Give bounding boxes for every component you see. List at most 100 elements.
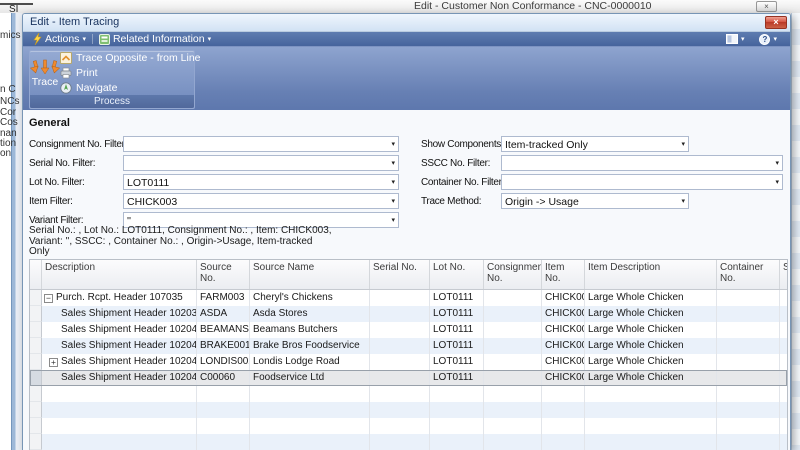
column-header-source-no[interactable]: Source No. bbox=[197, 260, 250, 289]
dropdown-caret-icon[interactable]: ▾ bbox=[391, 179, 395, 186]
combobox-container-no-filter[interactable]: ▾ bbox=[501, 174, 783, 190]
cell-lot-no[interactable]: LOT0111 bbox=[430, 354, 484, 370]
table-row[interactable]: −Purch. Rcpt. Header 107035FARM003Cheryl… bbox=[30, 290, 787, 306]
cell-item-description[interactable]: Large Whole Chicken bbox=[585, 354, 717, 370]
cell-consignment-no[interactable] bbox=[484, 338, 542, 354]
dialog-title-bar[interactable]: Edit - Item Tracing × bbox=[23, 14, 790, 32]
cell-s[interactable] bbox=[780, 322, 787, 338]
actions-menu[interactable]: Actions ▾ bbox=[28, 32, 90, 46]
cell-container-no[interactable] bbox=[717, 306, 780, 322]
cell-consignment-no[interactable] bbox=[484, 354, 542, 370]
cell-lot-no[interactable] bbox=[430, 386, 484, 402]
cell-serial-no[interactable] bbox=[370, 402, 430, 418]
cell-serial-no[interactable] bbox=[370, 290, 430, 306]
trace-opposite-command[interactable]: Trace Opposite - from Line bbox=[60, 51, 201, 65]
cell-s[interactable] bbox=[780, 290, 787, 306]
cell-source-no[interactable]: FARM003 bbox=[197, 290, 250, 306]
cell-source-no[interactable] bbox=[197, 402, 250, 418]
table-row[interactable]: Sales Shipment Header 102039ASDAAsda Sto… bbox=[30, 306, 787, 322]
cell-s[interactable] bbox=[780, 386, 787, 402]
cell-source-name[interactable]: Beamans Butchers bbox=[250, 322, 370, 338]
cell-container-no[interactable] bbox=[717, 354, 780, 370]
cell-s[interactable] bbox=[780, 402, 787, 418]
cell-description[interactable]: Sales Shipment Header 102040 bbox=[42, 322, 197, 338]
cell-description[interactable] bbox=[42, 402, 197, 418]
cell-source-no[interactable]: BEAMANS bbox=[197, 322, 250, 338]
row-selector-cell[interactable] bbox=[30, 322, 42, 338]
cell-item-description[interactable]: Large Whole Chicken bbox=[585, 370, 717, 386]
cell-consignment-no[interactable] bbox=[484, 386, 542, 402]
dropdown-caret-icon[interactable]: ▾ bbox=[775, 179, 779, 186]
table-row[interactable]: Sales Shipment Header 102040BEAMANSBeama… bbox=[30, 322, 787, 338]
cell-description[interactable]: Sales Shipment Header 102039 bbox=[42, 306, 197, 322]
cell-container-no[interactable] bbox=[717, 434, 780, 450]
cell-s[interactable] bbox=[780, 306, 787, 322]
cell-item-no[interactable]: CHICK003 bbox=[542, 322, 585, 338]
cell-source-name[interactable]: Brake Bros Foodservice bbox=[250, 338, 370, 354]
dropdown-caret-icon[interactable]: ▾ bbox=[391, 160, 395, 167]
combobox-lot-no-filter[interactable]: LOT0111▾ bbox=[123, 174, 399, 190]
cell-description[interactable] bbox=[42, 434, 197, 450]
cell-source-no[interactable]: LONDIS002 bbox=[197, 354, 250, 370]
cell-lot-no[interactable]: LOT0111 bbox=[430, 338, 484, 354]
cell-source-no[interactable] bbox=[197, 386, 250, 402]
row-selector-cell[interactable] bbox=[30, 338, 42, 354]
print-command[interactable]: Print bbox=[60, 66, 201, 80]
table-row[interactable]: Sales Shipment Header 102043C00060Foodse… bbox=[30, 370, 787, 386]
cell-source-name[interactable]: Foodservice Ltd bbox=[250, 370, 370, 386]
cell-container-no[interactable] bbox=[717, 322, 780, 338]
column-header-item-description[interactable]: Item Description bbox=[585, 260, 717, 289]
cell-item-description[interactable] bbox=[585, 386, 717, 402]
cell-description[interactable]: Sales Shipment Header 102043 bbox=[42, 370, 197, 386]
cell-item-no[interactable] bbox=[542, 402, 585, 418]
cell-item-description[interactable] bbox=[585, 402, 717, 418]
dropdown-caret-icon[interactable]: ▾ bbox=[681, 198, 685, 205]
cell-item-no[interactable]: CHICK003 bbox=[542, 370, 585, 386]
cell-source-no[interactable]: BRAKE001 bbox=[197, 338, 250, 354]
dropdown-caret-icon[interactable]: ▾ bbox=[391, 217, 395, 224]
cell-container-no[interactable] bbox=[717, 290, 780, 306]
cell-item-no[interactable] bbox=[542, 386, 585, 402]
cell-item-no[interactable]: CHICK003 bbox=[542, 306, 585, 322]
cell-item-description[interactable] bbox=[585, 418, 717, 434]
cell-source-name[interactable]: Londis Lodge Road bbox=[250, 354, 370, 370]
cell-container-no[interactable] bbox=[717, 370, 780, 386]
table-row[interactable] bbox=[30, 434, 787, 450]
dropdown-caret-icon[interactable]: ▾ bbox=[775, 160, 779, 167]
cell-source-no[interactable] bbox=[197, 434, 250, 450]
cell-item-description[interactable] bbox=[585, 434, 717, 450]
cell-lot-no[interactable] bbox=[430, 434, 484, 450]
cell-source-no[interactable]: ASDA bbox=[197, 306, 250, 322]
collapse-toggle-icon[interactable]: − bbox=[44, 294, 53, 303]
dropdown-caret-icon[interactable]: ▾ bbox=[391, 198, 395, 205]
combobox-trace-method[interactable]: Origin -> Usage▾ bbox=[501, 193, 689, 209]
background-close-button[interactable]: × bbox=[756, 1, 777, 12]
cell-serial-no[interactable] bbox=[370, 322, 430, 338]
cell-serial-no[interactable] bbox=[370, 354, 430, 370]
cell-source-name[interactable] bbox=[250, 386, 370, 402]
table-row[interactable]: Sales Shipment Header 102041BRAKE001Brak… bbox=[30, 338, 787, 354]
dropdown-caret-icon[interactable]: ▾ bbox=[681, 141, 685, 148]
row-selector-cell[interactable] bbox=[30, 402, 42, 418]
combobox-sscc-no-filter[interactable]: ▾ bbox=[501, 155, 783, 171]
cell-consignment-no[interactable] bbox=[484, 370, 542, 386]
cell-source-name[interactable] bbox=[250, 402, 370, 418]
trace-button[interactable]: Trace bbox=[30, 51, 60, 95]
cell-container-no[interactable] bbox=[717, 338, 780, 354]
cell-consignment-no[interactable] bbox=[484, 322, 542, 338]
combobox-serial-no-filter[interactable]: ▾ bbox=[123, 155, 399, 171]
cell-source-name[interactable] bbox=[250, 434, 370, 450]
cell-item-description[interactable]: Large Whole Chicken bbox=[585, 290, 717, 306]
cell-lot-no[interactable]: LOT0111 bbox=[430, 322, 484, 338]
combobox-consignment-no-filter[interactable]: ▾ bbox=[123, 136, 399, 152]
cell-serial-no[interactable] bbox=[370, 370, 430, 386]
cell-s[interactable] bbox=[780, 354, 787, 370]
cell-item-no[interactable]: CHICK003 bbox=[542, 338, 585, 354]
row-selector-cell[interactable] bbox=[30, 290, 42, 306]
cell-consignment-no[interactable] bbox=[484, 434, 542, 450]
cell-description[interactable] bbox=[42, 418, 197, 434]
column-header-item-no[interactable]: Item No. bbox=[542, 260, 585, 289]
cell-lot-no[interactable]: LOT0111 bbox=[430, 306, 484, 322]
customize-layout-button[interactable]: ▾ bbox=[722, 34, 749, 45]
cell-s[interactable] bbox=[780, 418, 787, 434]
